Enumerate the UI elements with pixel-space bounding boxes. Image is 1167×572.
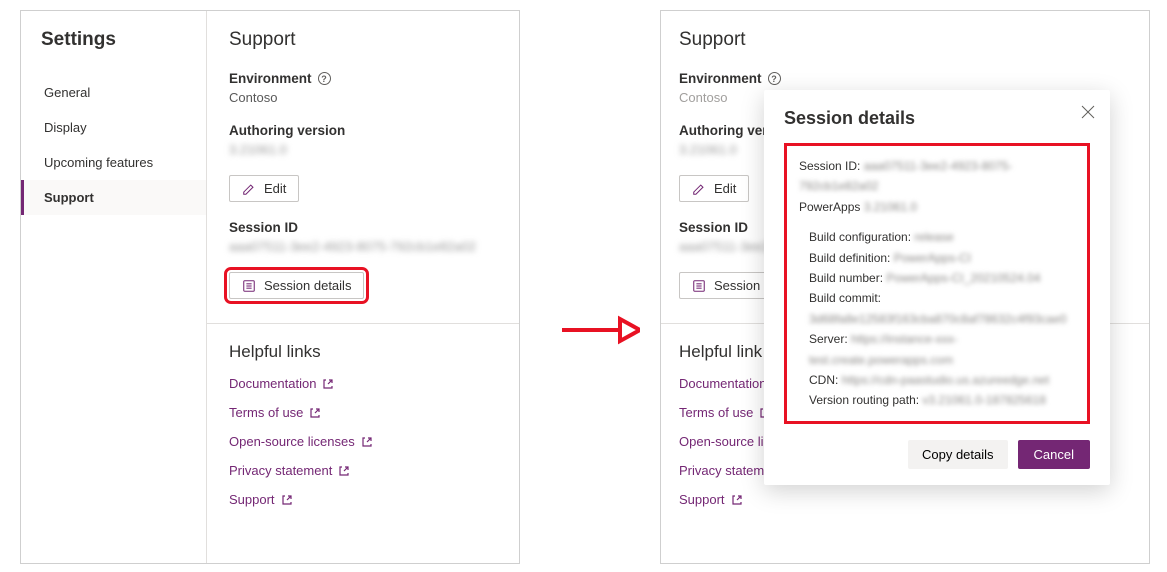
link-terms-of-use[interactable]: Terms of use: [229, 405, 497, 420]
external-link-icon: [309, 407, 321, 419]
link-documentation[interactable]: Documentation: [229, 376, 497, 391]
session-id-label: Session ID: [229, 220, 497, 235]
settings-sidebar: Settings General Display Upcoming featur…: [21, 11, 207, 563]
external-link-icon: [281, 494, 293, 506]
page-title: Support: [229, 29, 497, 51]
environment-label: Environment ?: [679, 71, 1127, 86]
sidebar-item-display[interactable]: Display: [21, 110, 206, 145]
help-icon[interactable]: ?: [768, 72, 781, 85]
link-support[interactable]: Support: [679, 492, 1127, 507]
list-icon: [692, 279, 706, 293]
sidebar-item-general[interactable]: General: [21, 75, 206, 110]
flow-arrow-icon: [560, 315, 640, 345]
page-title: Support: [679, 29, 1127, 51]
close-icon[interactable]: [1080, 104, 1096, 120]
sidebar-item-upcoming-features[interactable]: Upcoming features: [21, 145, 206, 180]
external-link-icon: [731, 494, 743, 506]
session-details-dialog: Session details Session ID: aaa07511-3ee…: [764, 90, 1110, 485]
link-open-source-licenses[interactable]: Open-source licenses: [229, 434, 497, 449]
edit-icon: [692, 182, 706, 196]
authoring-version-label: Authoring version: [229, 123, 497, 138]
settings-panel-before: Settings General Display Upcoming featur…: [20, 10, 520, 564]
edit-button[interactable]: Edit: [679, 175, 749, 202]
external-link-icon: [322, 378, 334, 390]
sidebar-item-support[interactable]: Support: [21, 180, 206, 215]
external-link-icon: [338, 465, 350, 477]
authoring-version-value: 3.21061.0: [229, 142, 497, 157]
cancel-button[interactable]: Cancel: [1018, 440, 1090, 469]
support-content: Support Environment ? Contoso Authoring …: [207, 11, 519, 563]
list-icon: [242, 279, 256, 293]
link-privacy-statement[interactable]: Privacy statement: [229, 463, 497, 478]
link-support[interactable]: Support: [229, 492, 497, 507]
dialog-title: Session details: [784, 108, 1090, 129]
environment-label: Environment ?: [229, 71, 497, 86]
edit-icon: [242, 182, 256, 196]
external-link-icon: [361, 436, 373, 448]
edit-button[interactable]: Edit: [229, 175, 299, 202]
copy-details-button[interactable]: Copy details: [908, 440, 1008, 469]
help-icon[interactable]: ?: [318, 72, 331, 85]
session-details-body: Session ID: aaa07511-3ee2-4923-8075-792c…: [784, 143, 1090, 424]
session-id-value: aaa07511-3ee2-4923-8075-792cb1e82a02: [229, 239, 497, 254]
environment-value: Contoso: [229, 90, 497, 105]
session-details-button[interactable]: Session details: [229, 272, 364, 299]
dialog-actions: Copy details Cancel: [784, 440, 1090, 469]
settings-title: Settings: [41, 29, 206, 51]
helpful-links-title: Helpful links: [229, 342, 497, 362]
